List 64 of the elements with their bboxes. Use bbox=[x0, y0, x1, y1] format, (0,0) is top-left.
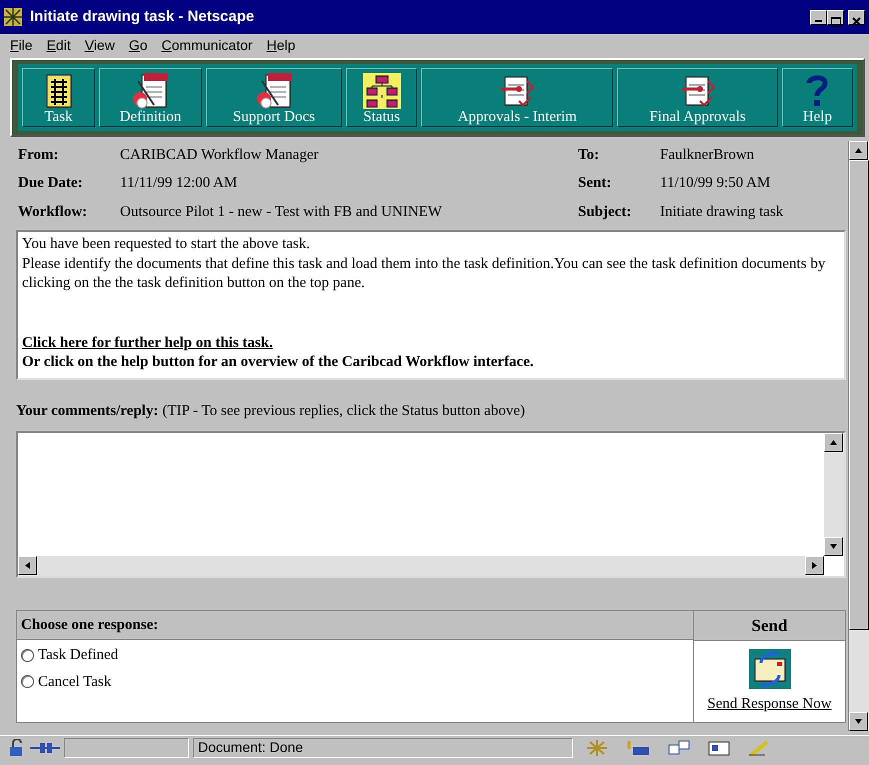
menu-item[interactable]: Go bbox=[128, 34, 148, 56]
arrow-icon bbox=[811, 562, 818, 568]
toolbar-button[interactable]: Status bbox=[346, 68, 418, 126]
comments-field[interactable] bbox=[16, 430, 846, 578]
field-label: To: bbox=[578, 146, 600, 162]
message-text: You have been requested to start the above task. bbox=[22, 235, 311, 254]
field-value: FaulknerBrown bbox=[660, 146, 754, 162]
toolbar-button[interactable]: Task bbox=[22, 68, 95, 126]
field-label: Subject: bbox=[578, 204, 632, 220]
ledger-icon bbox=[44, 73, 72, 109]
radio-button[interactable] bbox=[21, 648, 34, 662]
toolbar-button[interactable]: Help bbox=[782, 68, 853, 126]
chat-bubbles-icon[interactable] bbox=[667, 738, 691, 756]
netscape-logo-icon bbox=[4, 8, 22, 26]
field-label: Sent: bbox=[578, 175, 612, 191]
mailbox-icon[interactable] bbox=[625, 738, 651, 756]
radio-button[interactable] bbox=[21, 675, 34, 688]
field-value: 11/10/99 9:50 AM bbox=[660, 175, 770, 191]
field-value: 11/11/99 12:00 AM bbox=[120, 175, 238, 191]
toolbar-button[interactable]: Definition bbox=[99, 68, 202, 126]
tip-text: (TIP - To see previous replies, click the Status button above) bbox=[162, 402, 525, 421]
org-chart-icon bbox=[362, 73, 401, 109]
response-heading: Choose one response: bbox=[21, 616, 158, 632]
vertical-scrollbar[interactable] bbox=[848, 140, 869, 730]
arrow-icon bbox=[830, 542, 837, 550]
menu-item[interactable]: File bbox=[10, 34, 33, 56]
minimize-icon bbox=[815, 20, 822, 22]
arrow-icon bbox=[830, 438, 837, 446]
field-label: Due Date: bbox=[18, 175, 83, 191]
toolbar-button[interactable]: Approvals - Interim bbox=[421, 68, 614, 126]
comments-label: Your comments/reply: bbox=[16, 402, 158, 421]
arrow-icon bbox=[855, 146, 862, 154]
field-value: Outsource Pilot 1 - new - Test with FB and UNINEW bbox=[120, 204, 442, 220]
help-note: Or click on the help button for an overview of the Caribcad Workflow interface. bbox=[22, 353, 535, 372]
plug-icon bbox=[30, 740, 60, 754]
notepad-icon bbox=[130, 71, 170, 109]
menu-item[interactable]: Edit bbox=[46, 34, 71, 56]
field-value: Initiate drawing task bbox=[660, 204, 784, 220]
menu-item[interactable]: View bbox=[84, 34, 115, 56]
window-title: Initiate drawing task - Netscape bbox=[30, 6, 254, 27]
toolbar-button[interactable]: Final Approvals bbox=[617, 68, 778, 126]
arrow-icon bbox=[855, 718, 862, 724]
field-value: CARIBCAD Workflow Manager bbox=[120, 146, 318, 162]
option-label: Cancel Task bbox=[38, 672, 112, 692]
maximize-button[interactable] bbox=[827, 10, 844, 24]
close-icon bbox=[852, 17, 861, 26]
option-label: Task Defined bbox=[38, 646, 118, 665]
maximize-icon bbox=[830, 16, 840, 27]
message-text: Please identify the documents that define this task and load them into the task definition.You can see the task definition documents by clicking on the the task definition button on the top pane. bbox=[22, 254, 826, 293]
close-button[interactable] bbox=[848, 10, 865, 24]
arrow-icon bbox=[24, 562, 31, 568]
address-card-icon[interactable] bbox=[707, 738, 731, 756]
send-envelope-icon[interactable] bbox=[748, 649, 790, 689]
status-text: Document: Done bbox=[198, 738, 304, 757]
send-heading: Send bbox=[752, 616, 788, 634]
send-response-link[interactable]: Send Response Now bbox=[707, 693, 832, 716]
help-icon bbox=[805, 73, 830, 109]
field-label: Workflow: bbox=[18, 204, 88, 220]
toolbar-button[interactable]: Support Docs bbox=[206, 68, 342, 126]
field-label: From: bbox=[18, 146, 59, 162]
menu-item[interactable]: Help bbox=[266, 34, 296, 56]
help-link[interactable]: Click here for further help on this task. bbox=[22, 334, 273, 350]
minimize-button[interactable] bbox=[810, 10, 827, 24]
menu-item[interactable]: Communicator bbox=[162, 34, 253, 56]
